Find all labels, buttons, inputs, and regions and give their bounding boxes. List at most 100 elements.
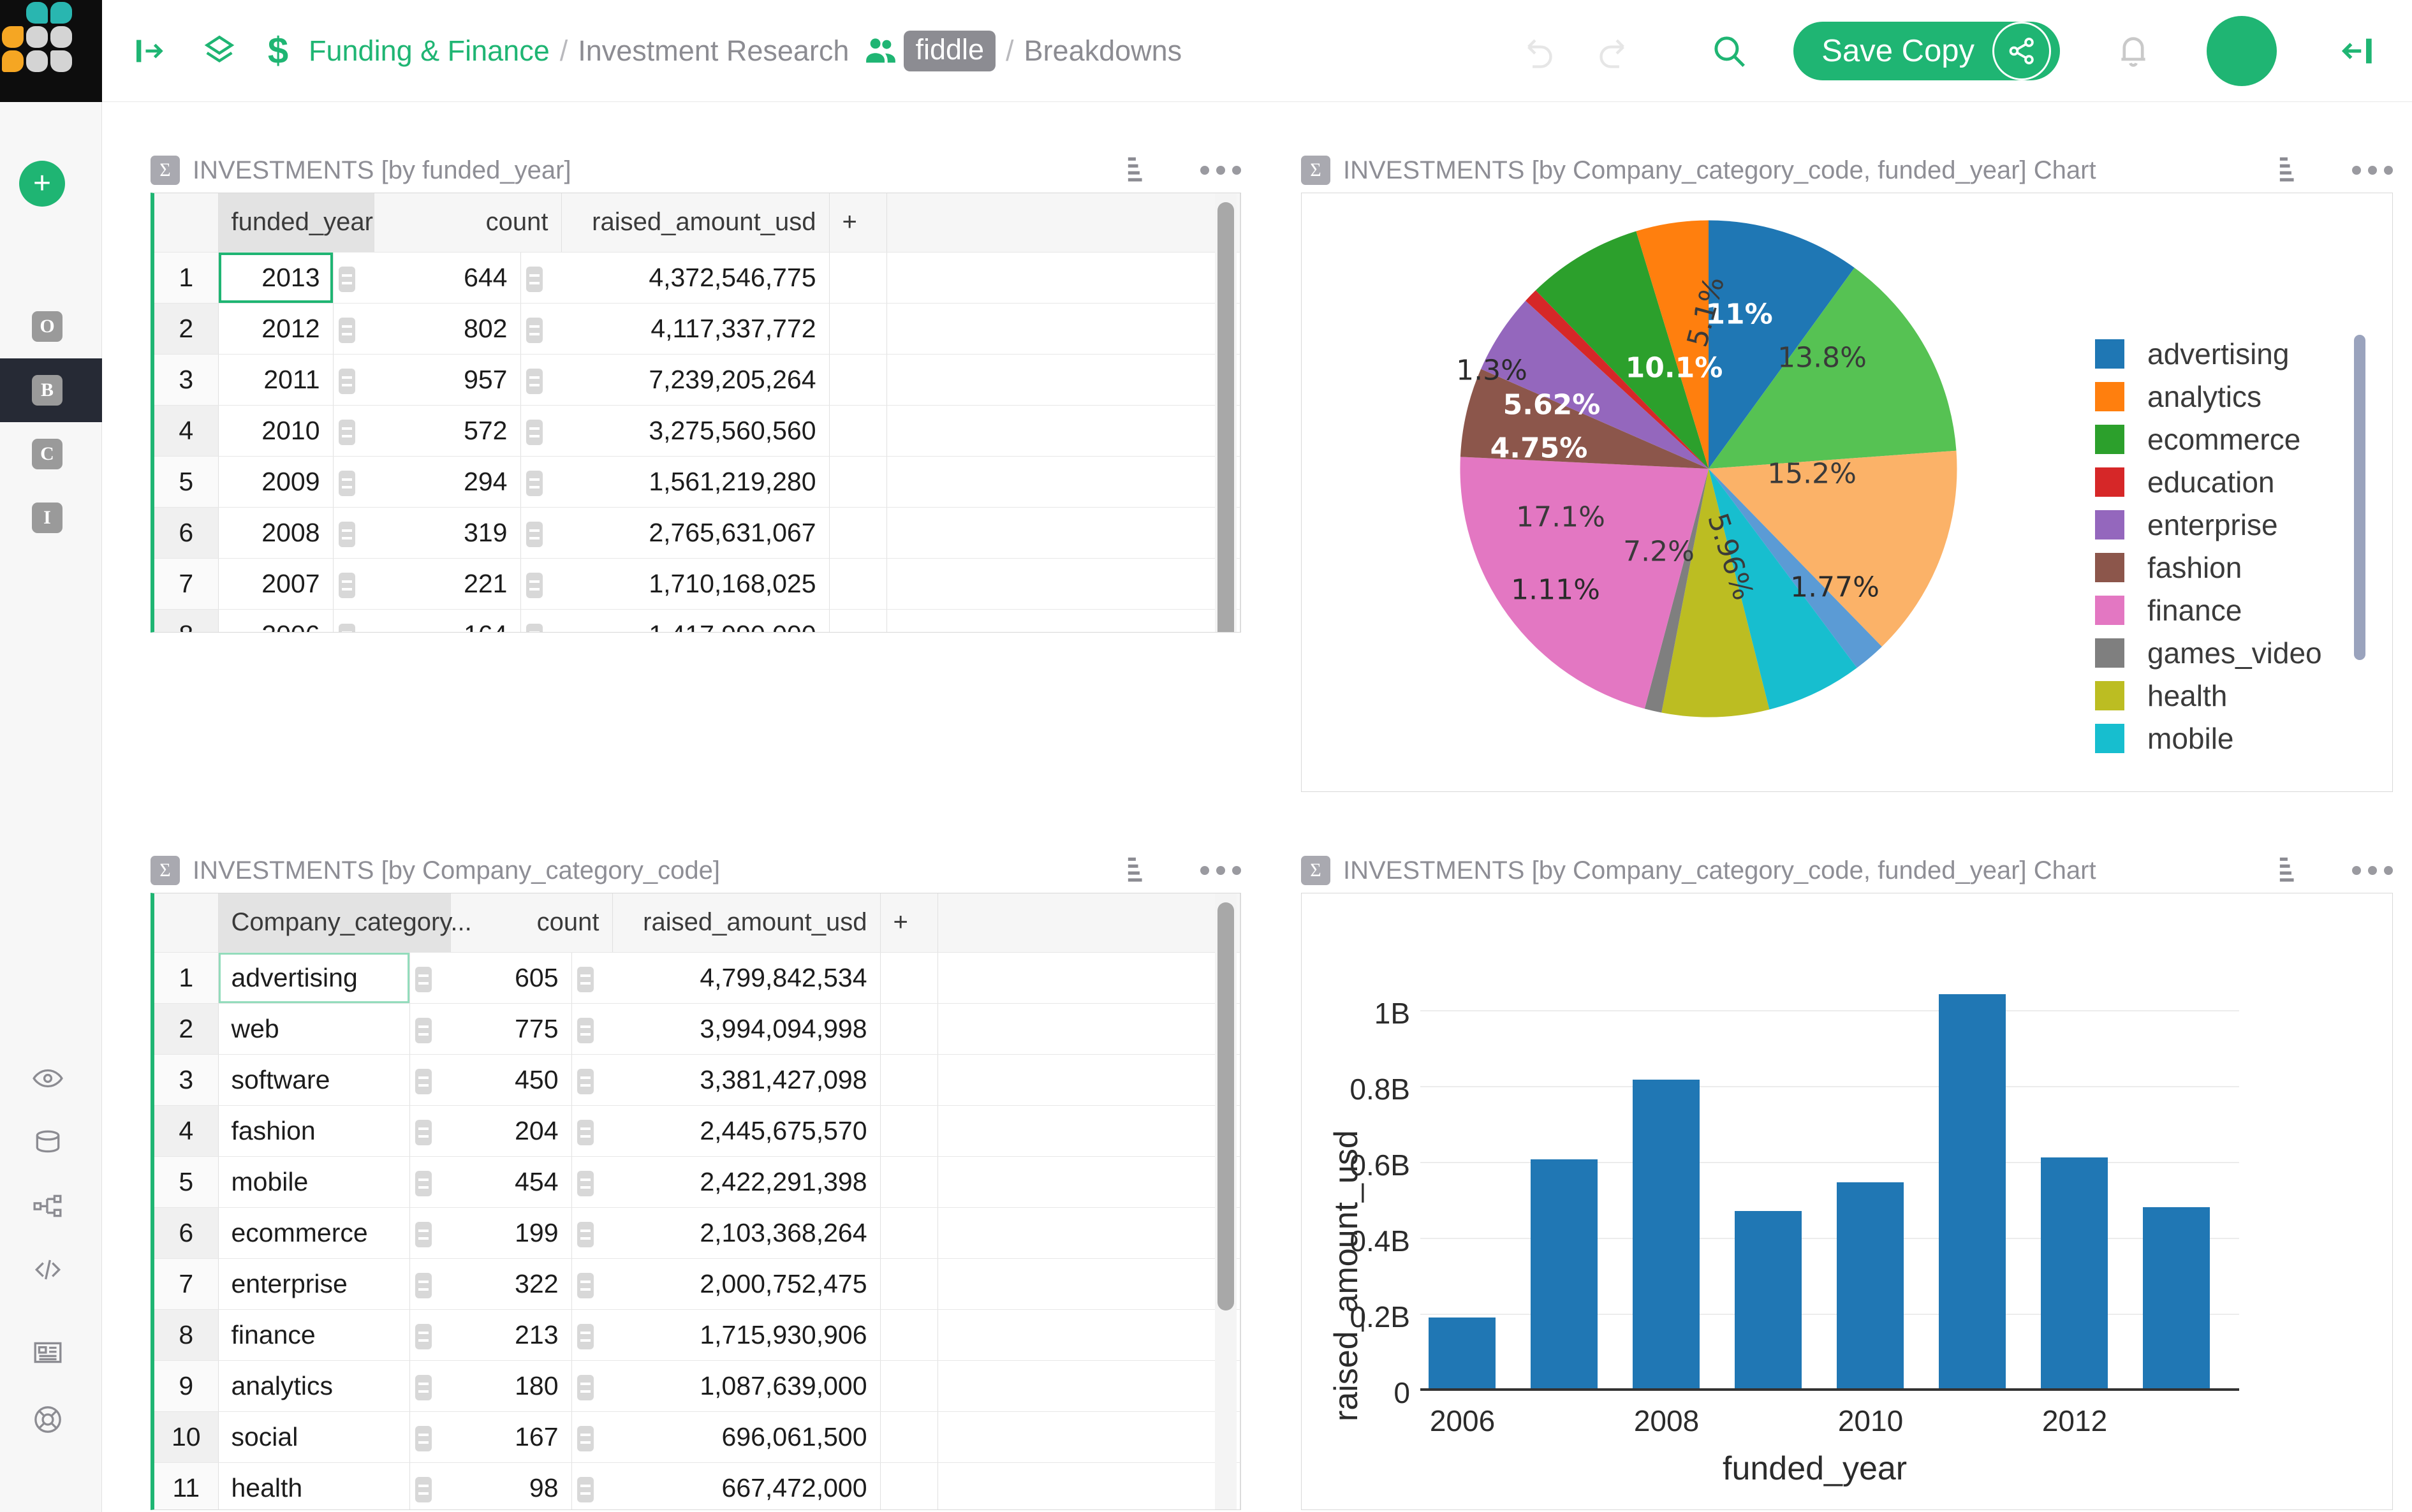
bar-2010[interactable] bbox=[1837, 1182, 1904, 1390]
cell-grip[interactable] bbox=[409, 1054, 450, 1105]
legend-item[interactable]: enterprise bbox=[2095, 503, 2322, 546]
sitemap-icon[interactable] bbox=[28, 1186, 68, 1226]
cell-raised[interactable]: 4,372,546,775 bbox=[561, 252, 829, 303]
cell-grip[interactable] bbox=[409, 1156, 450, 1207]
cell-raised[interactable]: 2,445,675,570 bbox=[612, 1105, 880, 1156]
cell-grip[interactable] bbox=[409, 1258, 450, 1309]
cell-category[interactable]: ecommerce bbox=[218, 1207, 409, 1258]
cell-raised[interactable]: 1,561,219,280 bbox=[561, 456, 829, 507]
cell-grip[interactable] bbox=[333, 303, 374, 354]
cell-grip[interactable] bbox=[571, 1207, 612, 1258]
cell-raised[interactable]: 3,381,427,098 bbox=[612, 1054, 880, 1105]
table-row[interactable]: 3 2011 957 7,239,205,264 bbox=[154, 354, 1240, 405]
table-row[interactable]: 8 2006 164 1,417,990,000 bbox=[154, 609, 1240, 633]
col-header-raised[interactable]: raised_amount_usd bbox=[561, 193, 829, 252]
table-row[interactable]: 1 advertising 605 4,799,842,534 bbox=[154, 952, 1240, 1003]
table-row[interactable]: 6 2008 319 2,765,631,067 bbox=[154, 507, 1240, 558]
col-header-count[interactable]: count bbox=[450, 893, 612, 952]
cell-grip[interactable] bbox=[409, 1003, 450, 1054]
table-row[interactable]: 5 mobile 454 2,422,291,398 bbox=[154, 1156, 1240, 1207]
collapse-right-icon[interactable] bbox=[2328, 22, 2385, 80]
cell-grip[interactable] bbox=[520, 405, 561, 456]
sort-filter-icon[interactable] bbox=[2277, 150, 2314, 191]
cell-count[interactable]: 164 bbox=[374, 609, 520, 633]
cell-grip[interactable] bbox=[520, 507, 561, 558]
cell-raised[interactable]: 4,117,337,772 bbox=[561, 303, 829, 354]
cell-count[interactable]: 454 bbox=[450, 1156, 571, 1207]
bar-2011[interactable] bbox=[1939, 994, 2006, 1390]
cell-raised[interactable]: 1,715,930,906 bbox=[612, 1309, 880, 1360]
cell-funded-year[interactable]: 2008 bbox=[218, 507, 333, 558]
cell-grip[interactable] bbox=[571, 1360, 612, 1411]
eye-icon[interactable] bbox=[28, 1059, 68, 1098]
cell-count[interactable]: 572 bbox=[374, 405, 520, 456]
cell-count[interactable]: 98 bbox=[450, 1462, 571, 1510]
col-header-count[interactable]: count bbox=[374, 193, 561, 252]
cell-grip[interactable] bbox=[571, 1309, 612, 1360]
cell-grip[interactable] bbox=[409, 1462, 450, 1510]
database-icon[interactable] bbox=[28, 1122, 68, 1162]
cell-raised[interactable]: 3,275,560,560 bbox=[561, 405, 829, 456]
bar-2007[interactable] bbox=[1531, 1159, 1598, 1390]
cell-raised[interactable]: 4,799,842,534 bbox=[612, 952, 880, 1003]
legend-item[interactable]: games_video bbox=[2095, 631, 2322, 674]
cell-count[interactable]: 450 bbox=[450, 1054, 571, 1105]
bar-2008[interactable] bbox=[1633, 1080, 1700, 1390]
table-funded-year[interactable]: funded_year count raised_amount_usd + 1 … bbox=[151, 193, 1241, 633]
table-row[interactable]: 8 finance 213 1,715,930,906 bbox=[154, 1309, 1240, 1360]
enter-arrow-icon[interactable] bbox=[128, 29, 172, 73]
cell-grip[interactable] bbox=[520, 252, 561, 303]
more-options-icon[interactable] bbox=[2352, 166, 2393, 175]
cell-raised[interactable]: 2,103,368,264 bbox=[612, 1207, 880, 1258]
cell-count[interactable]: 319 bbox=[374, 507, 520, 558]
legend-item[interactable]: health bbox=[2095, 674, 2322, 717]
cell-raised[interactable]: 1,417,990,000 bbox=[561, 609, 829, 633]
cell-grip[interactable] bbox=[571, 1105, 612, 1156]
cell-category[interactable]: mobile bbox=[218, 1156, 409, 1207]
cell-count[interactable]: 775 bbox=[450, 1003, 571, 1054]
bar-chart-canvas[interactable]: raised_amount_usd 1B 0.8B 0.6B 0.4B 0.2B… bbox=[1301, 893, 2393, 1510]
bar-2012[interactable] bbox=[2041, 1157, 2108, 1390]
card-icon[interactable] bbox=[28, 1333, 68, 1372]
cell-grip[interactable] bbox=[571, 1156, 612, 1207]
cell-category[interactable]: web bbox=[218, 1003, 409, 1054]
cell-count[interactable]: 180 bbox=[450, 1360, 571, 1411]
cell-grip[interactable] bbox=[571, 1003, 612, 1054]
cell-category[interactable]: software bbox=[218, 1054, 409, 1105]
col-header-funded-year[interactable]: funded_year bbox=[218, 193, 374, 252]
add-button[interactable]: + bbox=[19, 161, 65, 207]
cell-category[interactable]: fashion bbox=[218, 1105, 409, 1156]
table-row[interactable]: 7 enterprise 322 2,000,752,475 bbox=[154, 1258, 1240, 1309]
table-category[interactable]: Company_category... count raised_amount_… bbox=[151, 893, 1241, 1510]
cell-category[interactable]: advertising bbox=[218, 952, 409, 1003]
table-row[interactable]: 2 web 775 3,994,094,998 bbox=[154, 1003, 1240, 1054]
cell-grip[interactable] bbox=[333, 405, 374, 456]
bar-2006[interactable] bbox=[1429, 1317, 1496, 1390]
cell-grip[interactable] bbox=[571, 1054, 612, 1105]
bell-icon[interactable] bbox=[2105, 22, 2162, 80]
cell-funded-year[interactable]: 2010 bbox=[218, 405, 333, 456]
legend-item[interactable]: finance bbox=[2095, 589, 2322, 631]
cell-raised[interactable]: 3,994,094,998 bbox=[612, 1003, 880, 1054]
cell-grip[interactable] bbox=[520, 303, 561, 354]
avatar[interactable] bbox=[2207, 16, 2277, 86]
cell-grip[interactable] bbox=[409, 1309, 450, 1360]
cell-count[interactable]: 221 bbox=[374, 558, 520, 609]
cell-count[interactable]: 802 bbox=[374, 303, 520, 354]
cell-count[interactable]: 294 bbox=[374, 456, 520, 507]
cell-raised[interactable]: 2,000,752,475 bbox=[612, 1258, 880, 1309]
cell-grip[interactable] bbox=[333, 456, 374, 507]
cell-count[interactable]: 204 bbox=[450, 1105, 571, 1156]
bar-2013[interactable] bbox=[2143, 1207, 2210, 1390]
legend-item[interactable]: fashion bbox=[2095, 546, 2322, 589]
breadcrumb-tag[interactable]: fiddle bbox=[904, 31, 996, 71]
cell-raised[interactable]: 667,472,000 bbox=[612, 1462, 880, 1510]
cell-grip[interactable] bbox=[409, 1105, 450, 1156]
cell-grip[interactable] bbox=[571, 1462, 612, 1510]
cell-grip[interactable] bbox=[333, 252, 374, 303]
cell-funded-year[interactable]: 2009 bbox=[218, 456, 333, 507]
cell-grip[interactable] bbox=[520, 558, 561, 609]
cell-category[interactable]: social bbox=[218, 1411, 409, 1462]
cell-count[interactable]: 213 bbox=[450, 1309, 571, 1360]
app-logo[interactable] bbox=[0, 0, 102, 102]
